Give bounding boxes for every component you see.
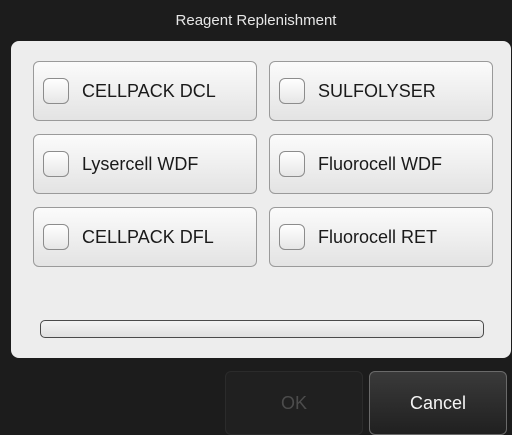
reagent-label: Fluorocell RET xyxy=(318,226,438,247)
reagent-panel: CELLPACK DCL SULFOLYSER Lysercell WDF Fl… xyxy=(11,41,511,358)
checkbox[interactable] xyxy=(43,224,69,250)
checkbox[interactable] xyxy=(279,224,305,250)
reagent-label: Fluorocell WDF xyxy=(318,153,443,174)
reagent-button-sulfolyser[interactable]: SULFOLYSER xyxy=(269,61,493,121)
checkbox[interactable] xyxy=(43,151,69,177)
reagent-label: CELLPACK DFL xyxy=(82,226,214,247)
checkbox[interactable] xyxy=(279,78,305,104)
reagent-label: Lysercell WDF xyxy=(82,153,199,174)
ok-button[interactable]: OK xyxy=(225,371,363,435)
reagent-button-fluorocell-wdf[interactable]: Fluorocell WDF xyxy=(269,134,493,194)
reagent-button-cellpack-dfl[interactable]: CELLPACK DFL xyxy=(33,207,257,267)
reagent-label: SULFOLYSER xyxy=(318,80,436,101)
reagent-button-lysercell-wdf[interactable]: Lysercell WDF xyxy=(33,134,257,194)
reagent-button-fluorocell-ret[interactable]: Fluorocell RET xyxy=(269,207,493,267)
checkbox[interactable] xyxy=(279,151,305,177)
replenishment-progress-bar xyxy=(40,320,484,338)
dialog-title: Reagent Replenishment xyxy=(175,11,337,29)
checkbox[interactable] xyxy=(43,78,69,104)
reagent-label: CELLPACK DCL xyxy=(82,80,216,101)
cancel-button[interactable]: Cancel xyxy=(369,371,507,435)
reagent-replenishment-dialog: Reagent Replenishment CELLPACK DCL SULFO… xyxy=(0,0,512,435)
reagent-button-cellpack-dcl[interactable]: CELLPACK DCL xyxy=(33,61,257,121)
